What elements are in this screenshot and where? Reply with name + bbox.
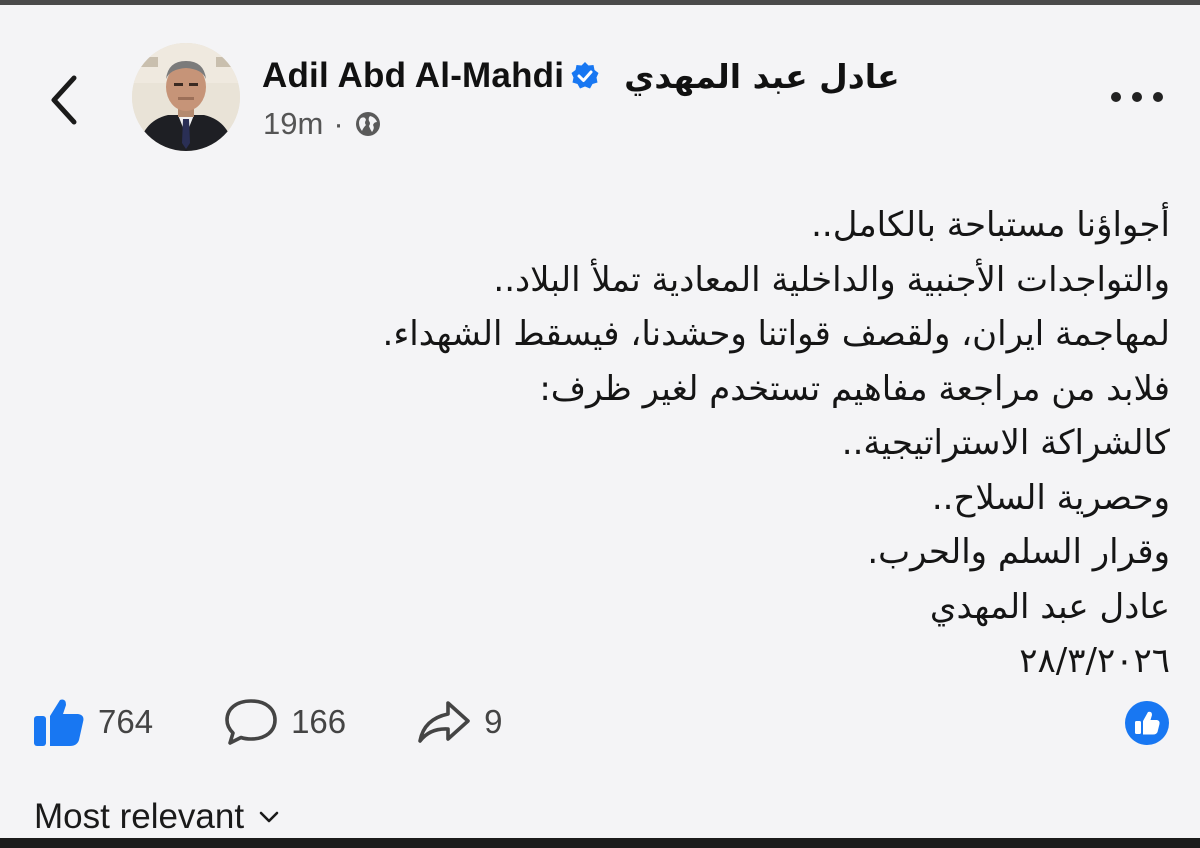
globe-icon (355, 112, 380, 136)
post-line: وحصرية السلاح.. (931, 477, 1170, 518)
author-avatar[interactable] (132, 43, 240, 151)
more-options-button[interactable] (1108, 85, 1166, 109)
post-line: فلابد من مراجعة مفاهيم تستخدم لغير ظرف: (539, 368, 1170, 409)
like-reaction-icon (1125, 701, 1169, 745)
top-border (0, 0, 1200, 5)
share-icon (418, 701, 470, 743)
author-name-row: Adil Abd Al-Mahdi عادل عبد المهدي (262, 52, 900, 100)
post-signature: عادل عبد المهدي (929, 586, 1170, 627)
post-body: أجواؤنا مستباحة بالكامل.. والتواجدات الأ… (150, 198, 1170, 689)
author-name-arabic[interactable]: عادل عبد المهدي (624, 57, 899, 96)
post-time[interactable]: 19m (263, 106, 323, 142)
share-button[interactable]: 9 (416, 697, 502, 747)
comment-count: 166 (291, 703, 347, 740)
author-name-english[interactable]: Adil Abd Al-Mahdi (262, 56, 564, 96)
post-meta: 19m · (263, 104, 382, 144)
like-count: 764 (98, 703, 154, 740)
bottom-border (0, 838, 1200, 848)
meta-separator: · (333, 106, 344, 141)
comment-sort-dropdown[interactable]: Most relevant (34, 797, 280, 837)
post-line: وقرار السلم والحرب. (867, 532, 1170, 572)
back-icon (51, 75, 77, 125)
verified-badge-icon (571, 62, 599, 89)
comment-icon (225, 699, 277, 745)
like-icon (34, 699, 84, 746)
post-line: أجواؤنا مستباحة بالكامل.. (811, 205, 1170, 245)
post-line: والتواجدات الأجنبية والداخلية المعادية ت… (493, 259, 1170, 300)
post-line: لمهاجمة ايران، ولقصف قواتنا وحشدنا، فيسق… (382, 314, 1170, 354)
more-icon (1111, 92, 1163, 102)
sort-label: Most relevant (34, 797, 245, 836)
comment-button[interactable]: 166 (223, 697, 346, 747)
share-count: 9 (484, 703, 503, 740)
back-button[interactable] (40, 70, 90, 130)
post-date: ٢٨/٣/٢٠٢٦ (1019, 641, 1170, 681)
post-line: كالشراكة الاستراتيجية.. (841, 423, 1170, 463)
like-button[interactable]: 764 (32, 696, 153, 748)
reaction-summary-button[interactable] (1124, 700, 1170, 746)
author-photo (132, 43, 240, 151)
post-actions: 764 166 9 (32, 694, 502, 750)
chevron-down-icon (259, 811, 279, 823)
